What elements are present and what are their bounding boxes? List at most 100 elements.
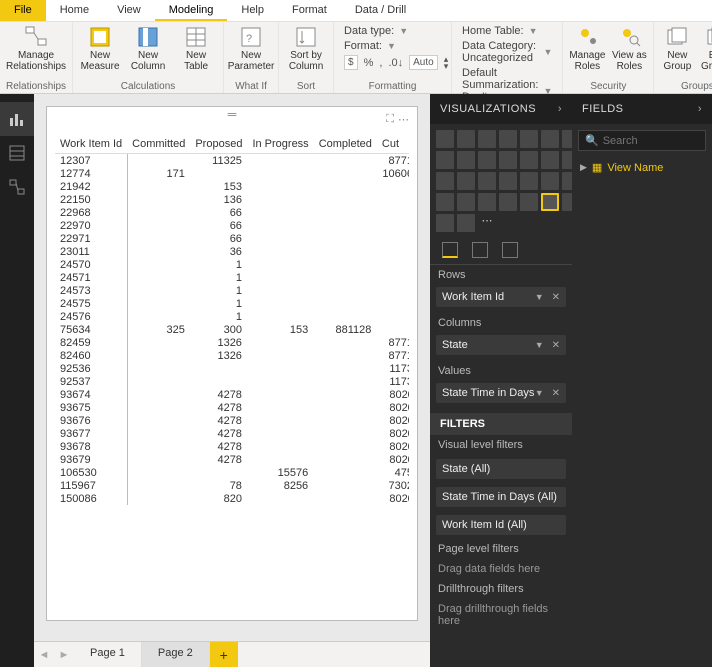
viz-treemap[interactable] — [478, 172, 496, 190]
table-row[interactable]: 936784278802011 — [55, 440, 409, 453]
report-view-button[interactable] — [0, 102, 34, 136]
viz-kpi[interactable] — [478, 193, 496, 211]
rows-well[interactable]: Work Item Id▼✕ — [436, 287, 566, 307]
table-row[interactable]: 1065301557647586 — [55, 466, 409, 479]
model-view-button[interactable] — [0, 170, 34, 204]
table-row[interactable]: 2297066 — [55, 219, 409, 232]
table-row[interactable]: 2296866 — [55, 206, 409, 219]
column-header[interactable]: Committed — [127, 135, 190, 154]
chevron-right-icon[interactable]: › — [698, 103, 702, 115]
menu-view[interactable]: View — [103, 0, 155, 21]
viz-waterfall[interactable] — [541, 151, 559, 169]
column-header[interactable]: In Progress — [247, 135, 313, 154]
table-row[interactable]: 2297166 — [55, 232, 409, 245]
table-row[interactable]: 245731 — [55, 284, 409, 297]
new-column-button[interactable]: New Column — [127, 25, 169, 72]
viz-more[interactable]: ⋯ — [478, 214, 496, 232]
analytics-tab-icon[interactable] — [502, 242, 518, 258]
format-tab-icon[interactable] — [472, 242, 488, 258]
drill-filters-hint[interactable]: Drag drillthrough fields here — [430, 599, 572, 631]
remove-icon[interactable]: ✕ — [552, 292, 560, 303]
field-table-node[interactable]: ▶ ▦ View Name — [580, 161, 704, 174]
remove-icon[interactable]: ✕ — [552, 340, 560, 351]
viz-stacked-column[interactable] — [457, 130, 475, 148]
new-measure-button[interactable]: New Measure — [79, 25, 121, 72]
viz-arcgis[interactable] — [457, 214, 475, 232]
table-row[interactable]: 824601326877150 — [55, 349, 409, 362]
viz-line-stacked[interactable] — [478, 151, 496, 169]
table-row[interactable]: 936754278802011 — [55, 401, 409, 414]
viz-card[interactable] — [436, 193, 454, 211]
filter-state[interactable]: State (All) — [436, 459, 566, 479]
chevron-down-icon[interactable]: ▼ — [535, 292, 544, 302]
matrix-visual[interactable]: ═ ⛶ ⋯ Work Item IdCommittedProposedIn Pr… — [46, 106, 418, 621]
menu-datadrill[interactable]: Data / Drill — [341, 0, 420, 21]
viz-slicer[interactable] — [499, 193, 517, 211]
viz-clustered-bar[interactable] — [478, 130, 496, 148]
sort-by-column-button[interactable]: Sort by Column — [285, 25, 327, 72]
page-tab-2[interactable]: Page 2 — [142, 642, 210, 667]
new-group-button[interactable]: New Group — [660, 25, 694, 72]
viz-clustered-column[interactable] — [499, 130, 517, 148]
fields-tab-icon[interactable] — [442, 242, 458, 258]
new-parameter-button[interactable]: ?New Parameter — [230, 25, 272, 72]
table-row[interactable]: 92536117370 — [55, 362, 409, 375]
viz-100-column[interactable] — [541, 130, 559, 148]
table-row[interactable]: 936744278802011 — [55, 388, 409, 401]
menu-file[interactable]: File — [0, 0, 46, 21]
chevron-down-icon[interactable]: ▼ — [543, 47, 552, 57]
percent-button[interactable]: % — [364, 57, 374, 69]
add-page-button[interactable]: + — [210, 642, 238, 667]
viz-funnel[interactable] — [541, 172, 559, 190]
menu-home[interactable]: Home — [46, 0, 103, 21]
auto-decimals[interactable]: Auto — [409, 55, 438, 70]
column-header[interactable]: Work Item Id — [55, 135, 127, 154]
viz-ribbon[interactable] — [520, 151, 538, 169]
viz-area[interactable] — [436, 151, 454, 169]
chevron-down-icon[interactable]: ▼ — [535, 388, 544, 398]
table-row[interactable]: 245701 — [55, 258, 409, 271]
page-next-button[interactable]: ► — [54, 642, 74, 667]
spinner-icon[interactable]: ▴▾ — [444, 56, 449, 70]
viz-pie[interactable] — [436, 172, 454, 190]
filter-state-time[interactable]: State Time in Days (All) — [436, 487, 566, 507]
page-tab-1[interactable]: Page 1 — [74, 642, 142, 667]
more-options-icon[interactable]: ⋯ — [398, 113, 409, 126]
column-header[interactable]: Completed — [314, 135, 377, 154]
new-table-button[interactable]: New Table — [175, 25, 217, 72]
chevron-down-icon[interactable]: ▼ — [529, 26, 538, 36]
viz-line-clustered[interactable] — [499, 151, 517, 169]
viz-matrix[interactable] — [541, 193, 559, 211]
viz-stacked-area[interactable] — [457, 151, 475, 169]
viz-table[interactable] — [520, 193, 538, 211]
viz-donut[interactable] — [457, 172, 475, 190]
table-row[interactable]: 115967788256730236 — [55, 479, 409, 492]
drag-handle-icon[interactable]: ═ — [228, 107, 237, 121]
page-prev-button[interactable]: ◄ — [34, 642, 54, 667]
table-row[interactable]: 1230711325877150 — [55, 154, 409, 168]
table-row[interactable]: 21942153 — [55, 180, 409, 193]
table-row[interactable]: 75634325300153881128 — [55, 323, 409, 336]
column-header[interactable]: Cut — [377, 135, 409, 154]
viz-map[interactable] — [499, 172, 517, 190]
chevron-down-icon[interactable]: ▼ — [399, 26, 408, 36]
chevron-down-icon[interactable]: ▼ — [535, 340, 544, 350]
menu-format[interactable]: Format — [278, 0, 341, 21]
columns-well[interactable]: State▼✕ — [436, 335, 566, 355]
table-row[interactable]: 127741711060696 — [55, 167, 409, 180]
edit-groups-button[interactable]: Edit Groups — [700, 25, 712, 72]
menu-modeling[interactable]: Modeling — [155, 0, 228, 21]
table-row[interactable]: 150086820802011 — [55, 492, 409, 505]
viz-multi-card[interactable] — [457, 193, 475, 211]
currency-button[interactable]: $ — [344, 55, 358, 70]
table-row[interactable]: 22150136 — [55, 193, 409, 206]
table-row[interactable]: 245751 — [55, 297, 409, 310]
data-view-button[interactable] — [0, 136, 34, 170]
table-row[interactable]: 2301136 — [55, 245, 409, 258]
decimal-dec-icon[interactable]: .0↓ — [388, 57, 403, 69]
focus-mode-icon[interactable]: ⛶ — [386, 113, 394, 126]
comma-button[interactable]: , — [379, 57, 382, 69]
table-row[interactable]: 824591326877150 — [55, 336, 409, 349]
page-filters-hint[interactable]: Drag data fields here — [430, 559, 572, 579]
view-as-roles-button[interactable]: View as Roles — [611, 25, 647, 72]
